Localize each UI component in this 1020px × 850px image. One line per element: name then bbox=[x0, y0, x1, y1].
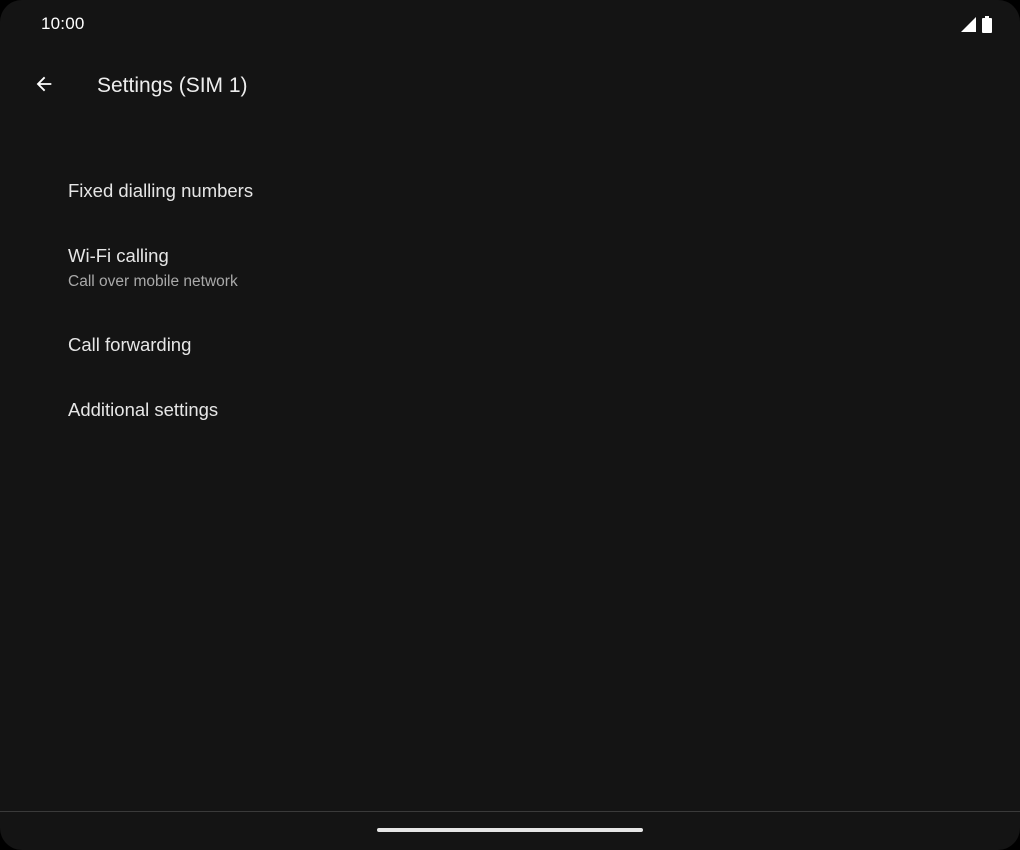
back-button[interactable] bbox=[24, 66, 64, 106]
signal-icon bbox=[961, 17, 976, 32]
settings-item-wifi-calling[interactable]: Wi-Fi calling Call over mobile network bbox=[0, 245, 238, 291]
phone-screen: 10:00 Settings (SIM 1) Fixed dialling nu… bbox=[0, 0, 1020, 850]
status-icons bbox=[961, 16, 992, 33]
settings-item-title: Wi-Fi calling bbox=[68, 245, 169, 266]
settings-item-fixed-dialling-numbers[interactable]: Fixed dialling numbers bbox=[0, 180, 253, 202]
settings-item-summary: Call over mobile network bbox=[68, 273, 238, 290]
battery-icon bbox=[982, 16, 992, 33]
settings-item-title: Fixed dialling numbers bbox=[68, 180, 254, 201]
settings-item-call-forwarding[interactable]: Call forwarding bbox=[0, 334, 191, 356]
status-time: 10:00 bbox=[41, 14, 85, 33]
status-bar: 10:00 bbox=[0, 0, 1020, 48]
gesture-nav-handle[interactable] bbox=[377, 828, 643, 832]
page-title: Settings (SIM 1) bbox=[97, 74, 248, 97]
arrow-back-icon bbox=[33, 73, 55, 100]
settings-item-additional-settings[interactable]: Additional settings bbox=[0, 399, 218, 421]
app-bar: Settings (SIM 1) bbox=[0, 58, 1020, 114]
nav-bar-divider bbox=[0, 811, 1020, 812]
settings-item-title: Additional settings bbox=[68, 399, 219, 420]
settings-item-title: Call forwarding bbox=[68, 334, 192, 355]
